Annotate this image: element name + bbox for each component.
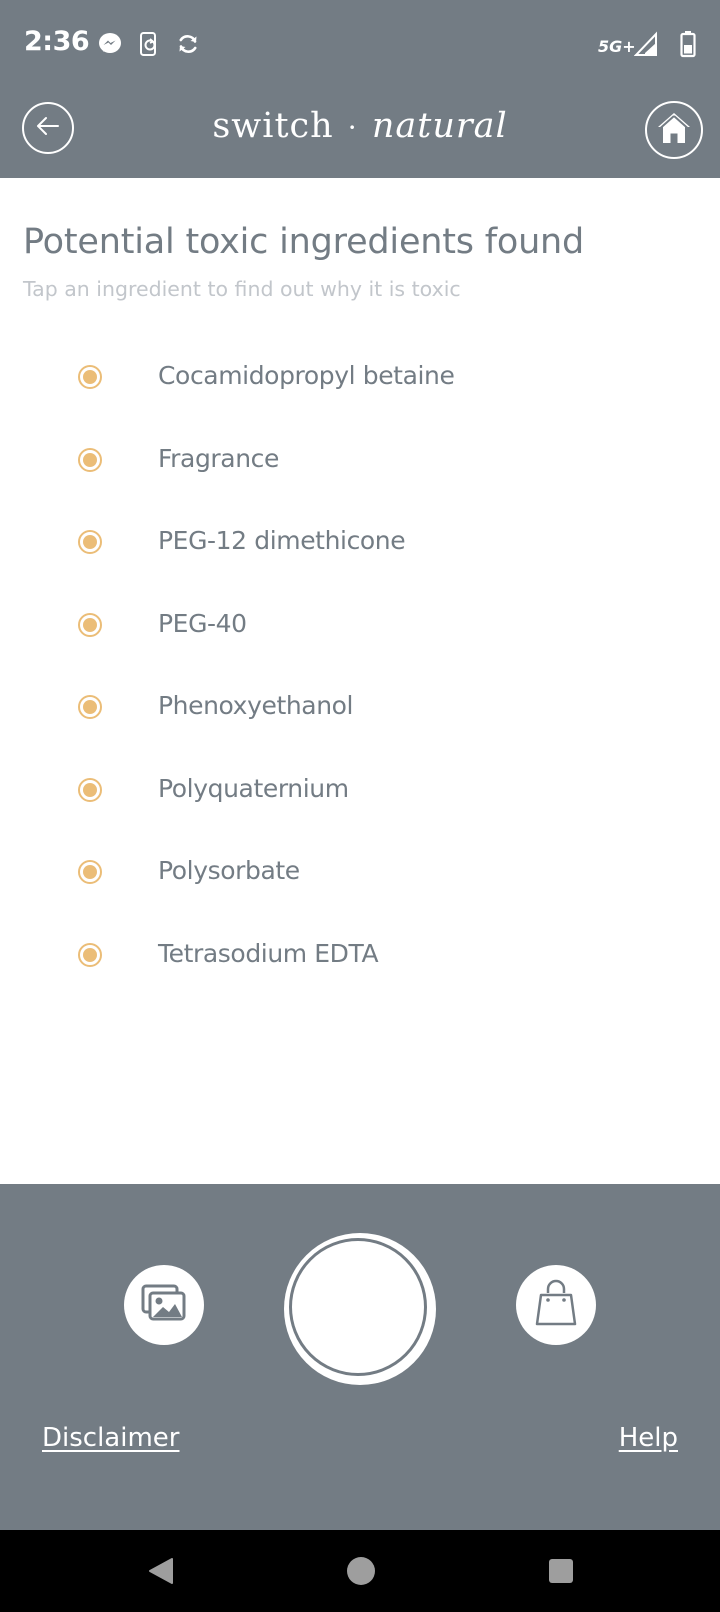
home-button[interactable]: [645, 101, 703, 159]
ingredient-label: Polyquaternium: [158, 773, 349, 803]
messenger-icon: [98, 32, 122, 61]
brand-word-switch: switch: [212, 106, 334, 146]
ingredient-item[interactable]: Fragrance: [0, 421, 720, 504]
ingredient-item[interactable]: Tetrasodium EDTA: [0, 916, 720, 999]
brand-logo: switch · natural: [0, 106, 720, 146]
ingredient-label: Tetrasodium EDTA: [158, 938, 379, 968]
ingredient-item[interactable]: Phenoxyethanol: [0, 668, 720, 751]
radio-icon: [78, 942, 102, 967]
ingredient-label: Cocamidopropyl betaine: [158, 361, 455, 390]
disclaimer-link[interactable]: Disclaimer: [42, 1423, 179, 1453]
ingredient-item[interactable]: PEG-12 dimethicone: [0, 503, 720, 586]
ingredient-item[interactable]: PEG-40: [0, 586, 720, 669]
network-type-label: 5G+: [598, 37, 636, 56]
bottom-toolbar: Disclaimer Help: [0, 1184, 720, 1530]
page-title: Potential toxic ingredients found: [23, 222, 585, 262]
ingredient-label: Polysorbate: [158, 856, 300, 885]
nav-recents-button[interactable]: [548, 1558, 574, 1589]
radio-icon: [78, 447, 102, 472]
app-header: switch · natural: [0, 92, 720, 178]
radio-icon: [78, 612, 102, 637]
phone-sync-icon: [138, 32, 162, 63]
ingredient-list: Cocamidopropyl betaine Fragrance PEG-12 …: [0, 338, 720, 998]
radio-icon: [78, 695, 102, 719]
ingredient-label: PEG-40: [158, 608, 247, 638]
home-icon: [656, 111, 692, 150]
system-nav-bar: [0, 1530, 720, 1612]
signal-icon: [633, 31, 658, 62]
battery-icon: [680, 30, 696, 63]
sync-icon: [176, 32, 200, 61]
nav-back-button[interactable]: [146, 1556, 176, 1591]
radio-icon: [78, 530, 102, 554]
radio-icon: [78, 860, 102, 884]
brand-word-natural: natural: [371, 106, 508, 146]
ingredient-item[interactable]: Polysorbate: [0, 833, 720, 916]
status-time: 2:36: [24, 26, 90, 57]
ingredient-item[interactable]: Polyquaternium: [0, 751, 720, 834]
shop-button[interactable]: [516, 1265, 596, 1345]
radio-icon: [78, 777, 102, 802]
ingredient-label: PEG-12 dimethicone: [158, 526, 406, 555]
nav-home-button[interactable]: [346, 1556, 376, 1591]
ingredient-label: Phenoxyethanol: [158, 691, 354, 720]
shopping-bag-icon: [534, 1279, 578, 1332]
brand-separator: ·: [347, 111, 358, 144]
ingredient-label: Fragrance: [158, 443, 279, 473]
page-subtitle: Tap an ingredient to find out why it is …: [23, 277, 461, 301]
gallery-icon: [141, 1283, 187, 1328]
radio-icon: [78, 365, 102, 389]
camera-shutter-button[interactable]: [284, 1233, 436, 1385]
gallery-button[interactable]: [124, 1265, 204, 1345]
status-bar: 2:36 5G+: [0, 0, 720, 92]
ingredient-item[interactable]: Cocamidopropyl betaine: [0, 338, 720, 421]
help-link[interactable]: Help: [619, 1423, 678, 1453]
